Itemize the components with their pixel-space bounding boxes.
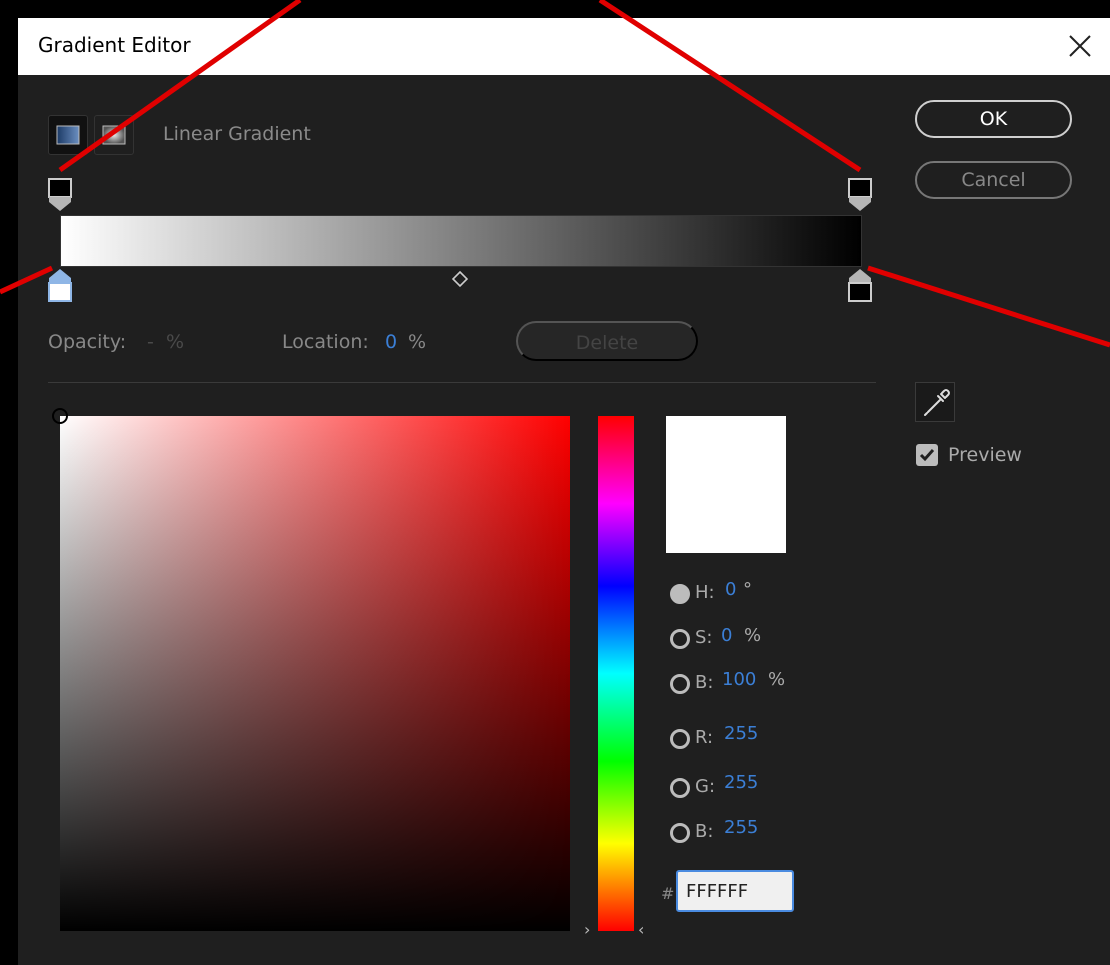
green-value[interactable]: 255: [724, 772, 758, 793]
brightness-unit: %: [768, 669, 786, 690]
opacity-value[interactable]: -: [147, 331, 154, 353]
radio-brightness[interactable]: [670, 674, 690, 694]
saturation-value[interactable]: 0: [721, 625, 732, 646]
hue-label: H:: [695, 582, 715, 603]
checkmark-icon: [919, 449, 935, 462]
linear-gradient-button[interactable]: [48, 115, 88, 155]
delete-button[interactable]: Delete: [516, 321, 698, 361]
hue-slider-right-arrow-icon[interactable]: ‹: [638, 920, 644, 939]
gradient-type-label: Linear Gradient: [163, 123, 311, 145]
opacity-stop-left[interactable]: [48, 178, 72, 216]
saturation-unit: %: [744, 625, 762, 646]
hex-hash-label: #: [661, 884, 675, 903]
hue-slider-left-arrow-icon[interactable]: ›: [584, 920, 590, 939]
opacity-unit: %: [166, 331, 185, 353]
opacity-stop-right[interactable]: [848, 178, 872, 216]
saturation-brightness-field[interactable]: [60, 416, 570, 931]
color-swatch: [666, 416, 786, 553]
gradient-preview-bar[interactable]: [60, 215, 862, 267]
ok-button[interactable]: OK: [915, 100, 1072, 138]
saturation-label: S:: [695, 627, 713, 648]
radial-gradient-icon: [102, 125, 126, 145]
brightness-value[interactable]: 100: [722, 669, 756, 690]
midpoint-diamond[interactable]: [451, 270, 469, 291]
color-picker-marker[interactable]: [52, 408, 68, 424]
preview-checkbox[interactable]: [916, 444, 938, 466]
dialog-body: Linear Gradient OK Cancel Opacity: - % L…: [18, 75, 1110, 965]
gradient-editor-dialog: Gradient Editor Linear Gradient OK Cance…: [18, 18, 1110, 965]
color-stop-left[interactable]: [48, 268, 72, 306]
close-icon[interactable]: [1058, 24, 1102, 68]
hue-slider[interactable]: [598, 416, 634, 931]
red-label: R:: [695, 727, 714, 748]
eyedropper-icon: [924, 389, 950, 416]
radio-red[interactable]: [670, 729, 690, 749]
blue-label: B:: [695, 821, 714, 842]
title-bar: Gradient Editor: [18, 18, 1110, 75]
dialog-title: Gradient Editor: [38, 33, 191, 57]
green-label: G:: [695, 776, 716, 797]
radio-hue[interactable]: [670, 584, 690, 604]
radial-gradient-button[interactable]: [94, 115, 134, 155]
radio-green[interactable]: [670, 778, 690, 798]
brightness-label: B:: [695, 672, 714, 693]
radio-saturation[interactable]: [670, 629, 690, 649]
opacity-label: Opacity:: [48, 331, 127, 353]
location-value[interactable]: 0: [385, 331, 397, 353]
hue-unit: °: [743, 579, 752, 600]
divider: [48, 382, 876, 383]
eyedropper-button[interactable]: [915, 382, 955, 422]
cancel-button[interactable]: Cancel: [915, 161, 1072, 199]
hue-value[interactable]: 0: [725, 579, 736, 600]
red-value[interactable]: 255: [724, 723, 758, 744]
radio-blue[interactable]: [670, 823, 690, 843]
linear-gradient-icon: [56, 125, 80, 145]
preview-label: Preview: [948, 444, 1022, 466]
location-unit: %: [408, 331, 427, 353]
location-label: Location:: [282, 331, 369, 353]
color-stop-right[interactable]: [848, 268, 872, 306]
hex-input[interactable]: [676, 870, 794, 912]
blue-value[interactable]: 255: [724, 817, 758, 838]
